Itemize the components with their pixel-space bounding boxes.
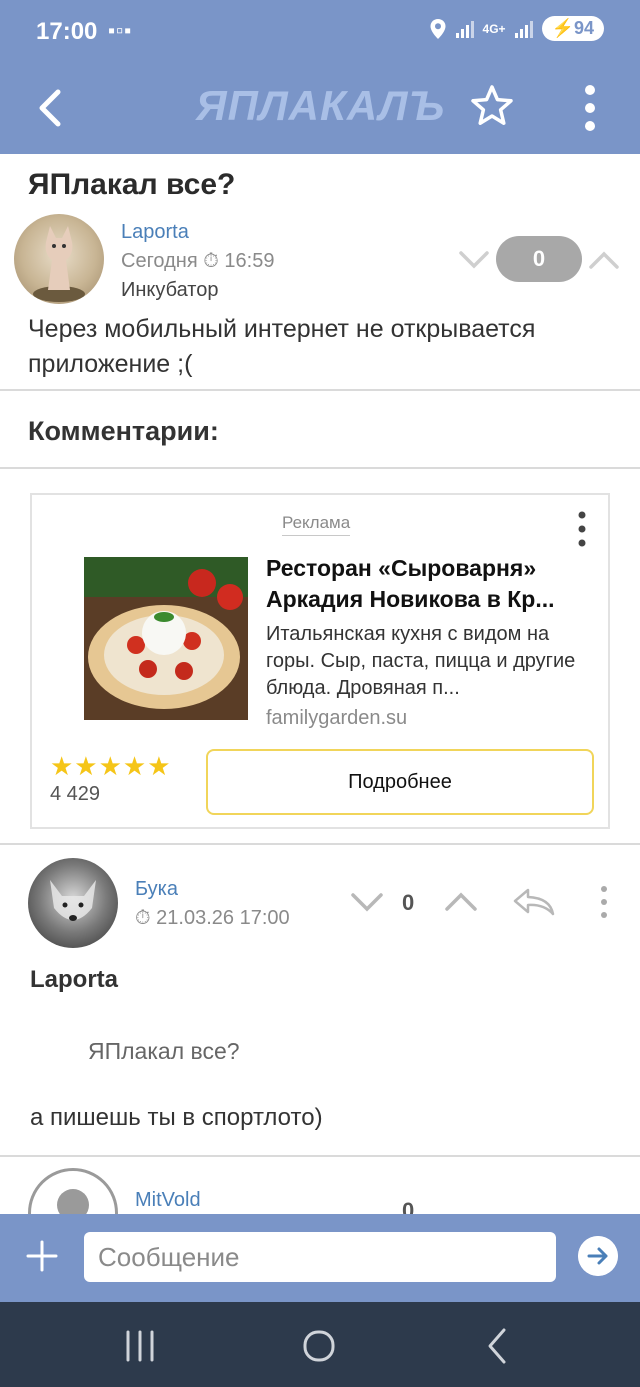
author-rank: Инкубатор [121, 279, 219, 301]
quote-author: Laporta [30, 966, 119, 993]
signal-icon [514, 20, 533, 38]
app-bar: ЯПЛАКАЛЪ [0, 66, 640, 154]
status-icons: 4G+ ⚡94 [429, 16, 604, 41]
recent-apps-icon[interactable] [118, 1324, 162, 1368]
reply-icon[interactable] [512, 886, 556, 918]
comments-header: Комментарии: [28, 416, 219, 446]
back-icon[interactable] [476, 1324, 520, 1368]
ad-more-button[interactable]: Подробнее [206, 749, 594, 815]
clock-icon: ⏱ [135, 907, 151, 929]
ad-label: Реклама [282, 513, 351, 536]
post-time: 16:59 [224, 250, 275, 272]
divider [0, 467, 640, 469]
ad-card[interactable]: Реклама Ресторан «Сыроварня» Аркадия Нов… [30, 493, 610, 829]
post-author[interactable]: Laporta [121, 221, 189, 244]
divider [0, 1155, 640, 1157]
notification-icon: ▪▫▪ [108, 20, 133, 42]
avatar[interactable] [14, 214, 104, 304]
ad-more-icon[interactable] [570, 509, 594, 549]
comment-author[interactable]: Бука [135, 878, 178, 901]
message-composer [0, 1214, 640, 1302]
comment-author[interactable]: MitVold [135, 1189, 201, 1212]
avatar[interactable] [28, 858, 118, 948]
clock-icon: ⏱ [203, 250, 219, 272]
more-menu-icon[interactable] [574, 80, 606, 136]
vote-down-icon[interactable] [350, 890, 384, 914]
favorite-star-icon[interactable] [468, 82, 516, 130]
network-type: 4G+ [482, 21, 506, 36]
ad-rating-count: 4 429 [50, 783, 101, 805]
comment-more-icon[interactable] [594, 884, 614, 920]
ad-title[interactable]: Ресторан «Сыроварня» Аркадия Новикова в … [266, 553, 596, 615]
status-bar: 17:00 ▪▫▪ 4G+ ⚡94 [0, 0, 640, 66]
ad-description: Итальянская кухня с видом на горы. Сыр, … [266, 623, 576, 699]
divider [0, 389, 640, 391]
rating-stars-icon: ★★★★★ [50, 751, 172, 781]
post-meta: Сегодня ⏱ 16:59 [121, 250, 274, 273]
home-icon[interactable] [297, 1324, 341, 1368]
comment-text: а пишешь ты в спортлото) [30, 1104, 323, 1131]
app-logo: ЯПЛАКАЛЪ [196, 82, 446, 129]
post-title: ЯПлакал все? [28, 168, 236, 201]
location-icon [430, 18, 446, 39]
post-score: 0 [496, 236, 582, 282]
cat-avatar-image [33, 226, 85, 302]
send-icon[interactable] [578, 1236, 618, 1276]
comment-datetime: 21.03.26 17:00 [156, 907, 290, 929]
comment-meta: ⏱ 21.03.26 17:00 [135, 907, 290, 930]
back-arrow-icon[interactable] [30, 84, 70, 132]
system-nav-bar [0, 1302, 640, 1387]
status-time: 17:00 [36, 18, 98, 45]
divider [0, 843, 640, 845]
vote-up-icon[interactable] [444, 890, 478, 914]
comment-score: 0 [402, 890, 415, 915]
battery-indicator: ⚡94 [541, 16, 604, 41]
signal-icon [455, 20, 474, 38]
quote-text: ЯПлакал все? [88, 1038, 240, 1064]
vote-down-icon[interactable] [458, 248, 490, 272]
fox-avatar-image [50, 880, 96, 921]
message-input[interactable] [84, 1232, 556, 1282]
post-date: Сегодня [121, 250, 198, 272]
ad-domain[interactable]: familygarden.su [266, 707, 407, 730]
post-body: Через мобильный интернет не открывается … [28, 315, 536, 378]
plus-icon[interactable] [22, 1236, 62, 1276]
vote-up-icon[interactable] [588, 248, 620, 272]
ad-image[interactable] [84, 557, 248, 720]
